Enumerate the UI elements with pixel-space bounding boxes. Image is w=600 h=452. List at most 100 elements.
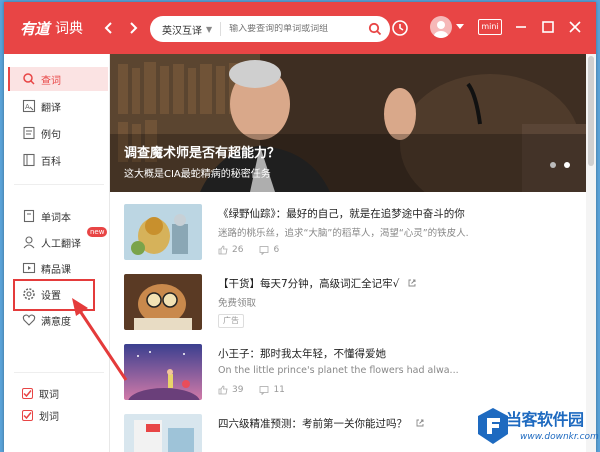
chevron-down-icon[interactable] — [456, 24, 464, 30]
sidebar-item-translate[interactable]: A 翻译 — [8, 94, 108, 118]
ad-summary: 免费领取 — [218, 298, 257, 309]
watermark: 当客软件园 www.downkr.com — [476, 404, 600, 452]
checkbox-label: 取词 — [39, 389, 59, 401]
minimize-button[interactable] — [513, 19, 529, 35]
human-translate-icon — [22, 235, 36, 249]
chevron-right-icon — [130, 22, 138, 34]
app-title: 词典 — [55, 21, 84, 37]
sidebar-item-encyclopedia[interactable]: 百科 — [8, 148, 108, 172]
annotation-arrow-icon — [72, 298, 128, 381]
banner-subtitle: 这大概是CIA最蛇精病的秘密任务 — [124, 169, 271, 180]
comment-count[interactable]: 11 — [259, 385, 285, 395]
sidebar-divider — [14, 184, 104, 185]
ad-title-text: 【干货】每天7分钟，高级词汇全记牢√ — [218, 278, 400, 290]
external-link-icon — [408, 279, 416, 287]
app-window: 有道 词典 英汉互译 ▼ mini — [4, 2, 596, 452]
article-summary: On the little prince's planet the flower… — [218, 365, 459, 376]
brand-name: 有道 — [20, 19, 50, 38]
search-input[interactable] — [229, 24, 368, 34]
app-logo: 有道 词典 — [20, 18, 83, 38]
like-count-value: 39 — [232, 385, 244, 395]
checkbox-checked-icon — [22, 387, 33, 399]
maximize-icon — [542, 21, 554, 33]
svg-text:A: A — [25, 103, 30, 111]
comment-count-value: 11 — [273, 385, 285, 395]
checkbox-checked-icon — [22, 409, 33, 421]
chevron-left-icon — [104, 22, 112, 34]
sidebar-item-wordbook[interactable]: 单词本 — [8, 204, 108, 228]
banner-title[interactable]: 调查魔术师是否有超能力？ — [124, 142, 280, 161]
carousel-dot-active[interactable] — [564, 162, 570, 168]
ad-tag: 广告 — [218, 314, 244, 328]
sidebar-item-courses[interactable]: 精品课 — [8, 256, 108, 280]
sidebar-item-label: 单词本 — [41, 212, 71, 224]
search-icon[interactable] — [368, 22, 382, 36]
sidebar-item-lookup[interactable]: 查词 — [8, 67, 108, 91]
translate-icon: A — [22, 99, 36, 113]
article-stats: 26 6 — [218, 245, 295, 255]
article-title[interactable]: 小王子：那时我太年轻，不懂得爱她 — [218, 346, 386, 361]
history-icon[interactable] — [390, 18, 410, 38]
watermark-url: www.downkr.com — [520, 432, 599, 442]
course-icon — [22, 261, 36, 275]
sidebar-item-human-translate[interactable]: 人工翻译 new — [8, 227, 108, 254]
sidebar-item-label: 翻译 — [41, 102, 61, 114]
article-title-text: 四六级精准预测：考前第一关你能过吗？ — [218, 418, 407, 430]
encyclopedia-icon — [22, 153, 36, 167]
like-count-value: 26 — [232, 245, 244, 255]
list-item[interactable]: 小王子：那时我太年轻，不懂得爱她 On the little prince's … — [124, 344, 574, 404]
language-mode-select[interactable]: 英汉互译 ▼ — [162, 22, 212, 37]
sidebar-item-label: 人工翻译 — [41, 238, 81, 250]
carousel-dots — [550, 162, 570, 168]
comment-count-value: 6 — [273, 245, 280, 255]
banner-carousel[interactable]: 调查魔术师是否有超能力？ 这大概是CIA最蛇精病的秘密任务 — [110, 54, 586, 192]
forward-button[interactable] — [124, 19, 142, 37]
list-item[interactable]: 【干货】每天7分钟，高级词汇全记牢√ 免费领取 广告 — [124, 274, 574, 334]
carousel-dot[interactable] — [550, 162, 556, 168]
list-item[interactable]: 《绿野仙踪》：最好的自己，就是在追梦途中奋斗的你 迷路的桃乐丝，追求“大脑”的稻… — [124, 204, 574, 264]
ad-thumbnail — [124, 274, 202, 330]
like-count[interactable]: 26 — [218, 245, 243, 255]
watermark-logo — [478, 408, 508, 444]
article-thumbnail — [124, 344, 202, 400]
article-stats: 39 11 — [218, 385, 301, 395]
external-link-icon — [416, 419, 424, 427]
search-bar: 英汉互译 ▼ — [150, 16, 390, 42]
capture-word-checkbox[interactable]: 取词 — [22, 384, 59, 402]
minimize-icon — [516, 26, 526, 28]
article-thumbnail — [124, 204, 202, 260]
scrollbar-thumb[interactable] — [588, 56, 594, 166]
sidebar-item-sentences[interactable]: 例句 — [8, 121, 108, 145]
comment-count[interactable]: 6 — [259, 245, 279, 255]
sidebar: 查词 A 翻译 例句 百科 单词本 人工翻译 new 精品课 设置 满意度 取词… — [4, 54, 110, 452]
mini-mode-button[interactable]: mini — [478, 19, 502, 35]
comment-icon — [260, 386, 269, 395]
heart-icon — [22, 313, 36, 327]
ad-title[interactable]: 【干货】每天7分钟，高级词汇全记牢√ — [218, 276, 417, 291]
language-mode-label: 英汉互译 — [162, 25, 202, 37]
sentence-icon — [22, 126, 36, 140]
new-badge: new — [87, 227, 108, 237]
thumbs-up-icon — [218, 245, 228, 255]
like-count[interactable]: 39 — [218, 385, 243, 395]
sidebar-item-label: 精品课 — [41, 264, 71, 276]
article-title[interactable]: 《绿野仙踪》：最好的自己，就是在追梦途中奋斗的你 — [218, 206, 465, 221]
wordbook-icon — [22, 209, 36, 223]
close-icon — [569, 21, 581, 33]
thumbs-up-icon — [218, 385, 228, 395]
avatar[interactable] — [430, 16, 452, 38]
sidebar-item-label: 百科 — [41, 156, 61, 168]
scrollbar[interactable] — [586, 54, 596, 452]
checkbox-label: 划词 — [39, 411, 59, 423]
sidebar-item-label: 例句 — [41, 129, 61, 141]
select-word-checkbox[interactable]: 划词 — [22, 406, 59, 424]
watermark-name: 当客软件园 — [506, 410, 584, 429]
back-button[interactable] — [100, 19, 118, 37]
search-icon — [22, 72, 36, 86]
maximize-button[interactable] — [540, 19, 556, 35]
search-divider — [220, 22, 222, 36]
close-button[interactable] — [567, 19, 583, 35]
article-title[interactable]: 四六级精准预测：考前第一关你能过吗？ — [218, 416, 425, 431]
sidebar-item-label: 查词 — [41, 75, 61, 87]
title-bar: 有道 词典 英汉互译 ▼ mini — [4, 2, 596, 54]
